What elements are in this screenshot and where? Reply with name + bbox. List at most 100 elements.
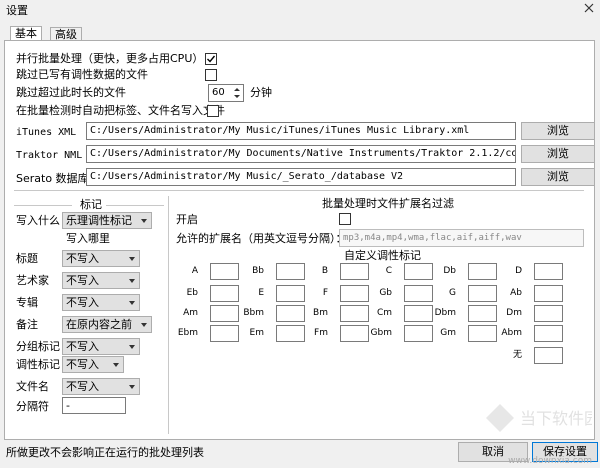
- parallel-checkbox[interactable]: [205, 53, 217, 65]
- extensions-label: 允许的扩展名（用英文逗号分隔）：: [176, 232, 347, 245]
- comment-field-value: 在原内容之前: [66, 318, 132, 331]
- key-label: Gm: [440, 328, 456, 338]
- key-field-label: 调性标记: [16, 358, 60, 371]
- serato-browse-button[interactable]: 浏览: [521, 168, 595, 186]
- key-label: Eb: [186, 288, 198, 298]
- section-divider: [14, 190, 584, 191]
- key-input[interactable]: [404, 305, 433, 322]
- itunes-path-input[interactable]: C:/Users/Administrator/My Music/iTunes/i…: [86, 122, 516, 140]
- key-input[interactable]: [404, 285, 433, 302]
- itunes-label: iTunes XML: [16, 127, 77, 138]
- key-label: E: [258, 288, 264, 298]
- key-label: Db: [443, 266, 456, 276]
- traktor-browse-button[interactable]: 浏览: [521, 145, 595, 163]
- key-label: Bm: [313, 308, 328, 318]
- title-field-label: 标题: [16, 252, 38, 265]
- traktor-path-input[interactable]: C:/Users/Administrator/My Documents/Nati…: [86, 145, 516, 163]
- grouping-field-select[interactable]: 不写入: [62, 338, 140, 355]
- key-input[interactable]: [276, 263, 305, 280]
- artist-field-select[interactable]: 不写入: [62, 272, 140, 289]
- artist-field-label: 艺术家: [16, 274, 49, 287]
- key-label: Dm: [506, 308, 522, 318]
- key-input[interactable]: [210, 305, 239, 322]
- key-input[interactable]: [534, 347, 563, 364]
- extensions-input[interactable]: mp3,m4a,mp4,wma,flac,aif,aiff,wav: [339, 229, 584, 247]
- key-input[interactable]: [340, 325, 369, 342]
- key-label: Em: [249, 328, 264, 338]
- tags-heading-line-left: [14, 205, 72, 206]
- custom-keys-heading: 自定义调性标记: [344, 249, 421, 262]
- duration-spinner[interactable]: [231, 85, 243, 101]
- key-input[interactable]: [276, 285, 305, 302]
- itunes-browse-button[interactable]: 浏览: [521, 122, 595, 140]
- chevron-down-icon: [141, 219, 147, 223]
- key-input[interactable]: [210, 325, 239, 342]
- watermark-url: www.downxia.com: [508, 456, 592, 466]
- key-input[interactable]: [534, 325, 563, 342]
- separator-input[interactable]: -: [62, 397, 126, 414]
- separator-label: 分隔符: [16, 400, 49, 413]
- write-tags-checkbox[interactable]: [207, 105, 219, 117]
- key-field-select[interactable]: 不写入: [62, 356, 124, 373]
- key-input[interactable]: [210, 285, 239, 302]
- close-icon[interactable]: [584, 3, 594, 13]
- footer-note: 所做更改不会影响正在运行的批处理列表: [6, 446, 204, 459]
- tab-basic[interactable]: 基本: [10, 26, 42, 41]
- title-field-value: 不写入: [66, 252, 99, 265]
- key-input[interactable]: [534, 263, 563, 280]
- key-input[interactable]: [276, 305, 305, 322]
- key-label: Abm: [501, 328, 522, 338]
- key-input[interactable]: [340, 263, 369, 280]
- tab-advanced[interactable]: 高级: [50, 27, 82, 41]
- filename-field-value: 不写入: [66, 380, 99, 393]
- key-label: Fm: [314, 328, 328, 338]
- traktor-label: Traktor NML: [16, 150, 83, 161]
- key-label: Gbm: [370, 328, 392, 338]
- key-input[interactable]: [404, 263, 433, 280]
- key-input[interactable]: [468, 325, 497, 342]
- tags-heading-line-right: [106, 205, 164, 206]
- key-label: Ab: [510, 288, 522, 298]
- skip-written-checkbox[interactable]: [205, 69, 217, 81]
- album-field-label: 专辑: [16, 296, 38, 309]
- write-what-select[interactable]: 乐理调性标记: [62, 212, 152, 229]
- key-input[interactable]: [340, 305, 369, 322]
- filter-heading: 批量处理时文件扩展名过滤: [322, 197, 454, 210]
- column-divider: [168, 196, 169, 434]
- tags-heading: 标记: [80, 198, 102, 211]
- parallel-label: 并行批量处理（更快，更多占用CPU）: [16, 52, 204, 65]
- chevron-down-icon: [129, 301, 135, 305]
- key-input[interactable]: [468, 285, 497, 302]
- key-label: C: [385, 266, 392, 276]
- write-what-value: 乐理调性标记: [66, 214, 132, 227]
- write-what-label: 写入什么: [16, 214, 60, 227]
- key-label: G: [449, 288, 456, 298]
- title-field-select[interactable]: 不写入: [62, 250, 140, 267]
- key-input[interactable]: [534, 285, 563, 302]
- key-input[interactable]: [404, 325, 433, 342]
- watermark-logo: 当下软件园: [480, 396, 600, 440]
- key-input[interactable]: [276, 325, 305, 342]
- chevron-down-icon: [141, 323, 147, 327]
- key-input[interactable]: [534, 305, 563, 322]
- chevron-down-icon: [129, 385, 135, 389]
- key-label: Bb: [252, 266, 264, 276]
- serato-label: Serato 数据库: [16, 172, 89, 185]
- key-input[interactable]: [340, 285, 369, 302]
- key-label: Am: [183, 308, 198, 318]
- watermark-text: 当下软件园: [520, 409, 592, 428]
- key-label: Ebm: [177, 328, 198, 338]
- grouping-field-value: 不写入: [66, 340, 99, 353]
- comment-field-select[interactable]: 在原内容之前: [62, 316, 152, 333]
- serato-path-input[interactable]: C:/Users/Administrator/My Music/_Serato_…: [86, 168, 516, 186]
- chevron-down-icon: [129, 345, 135, 349]
- skip-longer-label: 跳过超过此时长的文件: [16, 86, 126, 99]
- filename-field-select[interactable]: 不写入: [62, 378, 140, 395]
- artist-field-value: 不写入: [66, 274, 99, 287]
- key-input[interactable]: [468, 305, 497, 322]
- album-field-select[interactable]: 不写入: [62, 294, 140, 311]
- key-input[interactable]: [468, 263, 497, 280]
- key-input[interactable]: [210, 263, 239, 280]
- filter-enable-checkbox[interactable]: [339, 213, 351, 225]
- key-label: 无: [512, 350, 522, 360]
